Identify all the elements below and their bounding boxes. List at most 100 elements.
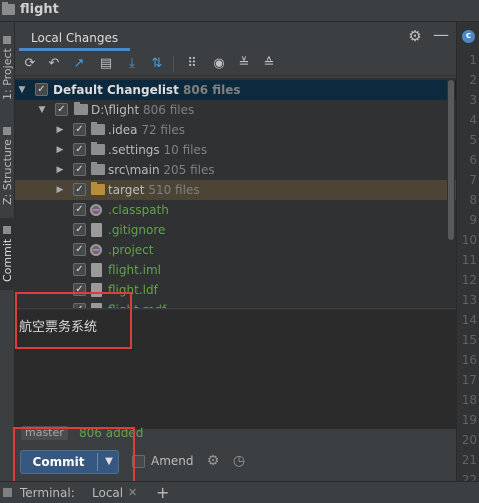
structure-icon: [3, 127, 12, 136]
clock-icon[interactable]: ◷: [231, 453, 247, 469]
tab-commit-label: Commit: [1, 238, 14, 282]
diff-icon[interactable]: ↗: [70, 55, 88, 73]
line-number: 13: [461, 293, 477, 307]
chevron-right-icon[interactable]: ▶: [55, 160, 65, 180]
checkbox[interactable]: ✓: [55, 103, 68, 116]
folder-icon: [91, 182, 105, 195]
terminal-label: Terminal:: [20, 486, 75, 500]
changelist-row[interactable]: ▼ ✓ Default Changelist 806 files: [15, 80, 456, 100]
file-name: flight.iml: [108, 263, 161, 277]
line-number: 2: [469, 73, 477, 87]
tab-commit[interactable]: Commit: [0, 218, 15, 290]
folder-count: 205 files: [163, 163, 215, 177]
tree-row-file[interactable]: ✓ flight.iml: [15, 260, 456, 280]
folder-icon: [74, 102, 88, 115]
close-icon[interactable]: ✕: [128, 486, 137, 499]
tree-row-folder[interactable]: ▶ ✓ .idea 72 files: [15, 120, 456, 140]
commit-icon: [3, 226, 12, 235]
line-number: 12: [461, 273, 477, 287]
checkbox[interactable]: ✓: [73, 243, 86, 256]
add-session-icon[interactable]: +: [156, 483, 169, 502]
bottom-terminal-bar: Terminal: Local ✕ +: [0, 481, 479, 503]
class-tab-icon[interactable]: c: [462, 30, 475, 43]
tree-row-folder[interactable]: ▶ ✓ .settings 10 files: [15, 140, 456, 160]
tab-structure[interactable]: Z: Structure: [0, 118, 15, 214]
line-number: 20: [461, 433, 477, 447]
file-name: .project: [108, 243, 154, 257]
checkbox[interactable]: ✓: [73, 123, 86, 136]
eclipse-file-icon: [90, 244, 102, 256]
changes-tree: ▼ ✓ Default Changelist 806 files ▼ ✓ D:\…: [15, 78, 456, 308]
folder-name: .idea 72 files: [108, 123, 185, 137]
file-icon: [91, 223, 102, 237]
tab-project-label: 1: Project: [1, 48, 14, 100]
tree-row-file[interactable]: ✓ .classpath: [15, 200, 456, 220]
annotation-box: [13, 427, 135, 483]
line-number: 16: [461, 353, 477, 367]
eclipse-file-icon: [90, 204, 102, 216]
folder-name: target 510 files: [108, 183, 200, 197]
expand-all-icon[interactable]: ≚: [235, 55, 253, 73]
line-number: 3: [469, 93, 477, 107]
line-number: 7: [469, 173, 477, 187]
chevron-right-icon[interactable]: ▶: [55, 120, 65, 140]
amend-label[interactable]: Amend: [151, 454, 194, 468]
checkbox[interactable]: ✓: [73, 223, 86, 236]
line-number: 5: [469, 133, 477, 147]
line-number: 4: [469, 113, 477, 127]
line-number: 21: [461, 453, 477, 467]
file-name: .gitignore: [108, 223, 166, 237]
folder-name: .settings 10 files: [108, 143, 208, 157]
gear-icon[interactable]: ⚙: [205, 453, 221, 469]
rollback-icon[interactable]: ↶: [45, 55, 63, 73]
group-by-icon[interactable]: ⇅: [148, 55, 166, 73]
checkbox[interactable]: ✓: [35, 83, 48, 96]
folder-name: src\main 205 files: [108, 163, 215, 177]
line-number: 19: [461, 413, 477, 427]
tab-local-changes[interactable]: Local Changes: [19, 26, 131, 51]
changelist-count: 806 files: [183, 83, 241, 97]
tree-row-folder[interactable]: ▶ ✓ src\main 205 files: [15, 160, 456, 180]
tree-row-file[interactable]: ✓ .gitignore: [15, 220, 456, 240]
minimize-icon[interactable]: —: [433, 27, 449, 44]
line-number: 10: [461, 233, 477, 247]
tab-project[interactable]: 1: Project: [0, 22, 15, 114]
folder-count: 10 files: [163, 143, 208, 157]
line-number: 14: [461, 313, 477, 327]
panel-toggle-icon[interactable]: [3, 488, 12, 497]
tree-row-root[interactable]: ▼ ✓ D:\flight 806 files: [15, 100, 456, 120]
show-options-icon[interactable]: ⠿: [183, 55, 201, 73]
folder-icon: [91, 162, 105, 175]
checkbox[interactable]: ✓: [73, 143, 86, 156]
folder-icon: [91, 122, 105, 135]
refresh-icon[interactable]: ⟳: [21, 55, 39, 73]
terminal-session-tab[interactable]: Local: [92, 486, 123, 500]
line-number: 15: [461, 333, 477, 347]
tree-row-folder[interactable]: ▶ ✓ target 510 files: [15, 180, 456, 200]
scrollbar-thumb[interactable]: [448, 80, 454, 240]
commit-tool-window: Local Changes ⚙ — ⟳ ↶ ↗ ▤ ⤓ ⇅ ⠿ ◉ ≚ ≙ ▼ …: [13, 22, 456, 483]
chevron-down-icon[interactable]: ▼: [17, 80, 27, 100]
chevron-right-icon[interactable]: ▶: [55, 180, 65, 200]
checkbox[interactable]: ✓: [73, 203, 86, 216]
chevron-right-icon[interactable]: ▶: [55, 140, 65, 160]
chevron-down-icon[interactable]: ▼: [37, 100, 47, 120]
line-number: 17: [461, 373, 477, 387]
title-bar: flight: [0, 0, 479, 22]
checkbox[interactable]: ✓: [73, 183, 86, 196]
commit-message-icon[interactable]: ▤: [97, 55, 115, 73]
settings-gear-icon[interactable]: ⚙: [407, 28, 423, 44]
line-number: 6: [469, 153, 477, 167]
toolbar-separator: [173, 56, 174, 72]
root-name: D:\flight 806 files: [91, 103, 195, 117]
checkbox[interactable]: ✓: [73, 263, 86, 276]
tree-row-file[interactable]: ✓ .project: [15, 240, 456, 260]
preview-icon[interactable]: ◉: [210, 55, 228, 73]
checkbox[interactable]: ✓: [73, 163, 86, 176]
file-icon: [91, 263, 102, 277]
shelve-icon[interactable]: ⤓: [123, 55, 141, 73]
collapse-all-icon[interactable]: ≙: [260, 55, 278, 73]
tree-scrollbar[interactable]: [447, 78, 455, 308]
line-number: 8: [469, 193, 477, 207]
root-count: 806 files: [142, 103, 195, 117]
